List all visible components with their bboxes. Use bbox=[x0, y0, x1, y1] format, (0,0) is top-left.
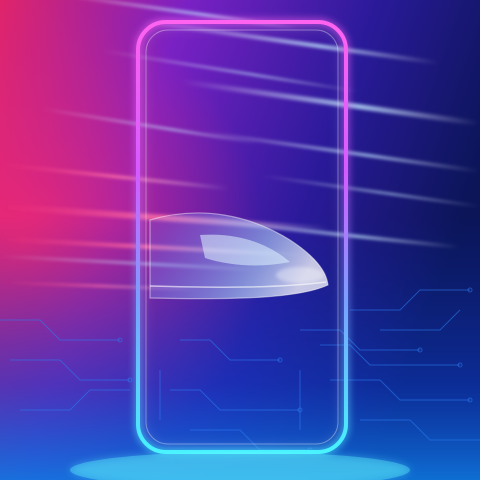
illustration-scene bbox=[0, 0, 480, 480]
neon-phone-train-illustration bbox=[0, 0, 480, 480]
